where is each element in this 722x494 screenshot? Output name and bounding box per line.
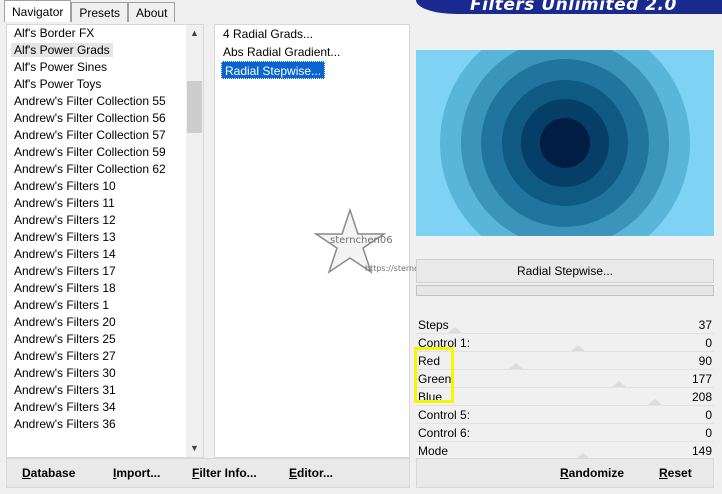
main-panel: Alf's Border FX Alf's Power Grads Alf's Po… [0, 22, 722, 494]
slider-marker[interactable] [448, 327, 462, 333]
category-item[interactable]: Andrew's Filters 13 [7, 229, 203, 246]
bottom-toolbar-right: Randomize Reset [416, 458, 714, 488]
parameter-value: 208 [691, 390, 712, 404]
category-item[interactable]: Andrew's Filters 30 [7, 365, 203, 382]
category-item[interactable]: Andrew's Filter Collection 62 [7, 161, 203, 178]
filter-item-selected[interactable]: Radial Stepwise... [221, 61, 326, 79]
category-item[interactable]: Andrew's Filter Collection 59 [7, 144, 203, 161]
parameter-row[interactable]: Control 1: 0 [416, 334, 714, 352]
category-item[interactable]: Andrew's Filter Collection 57 [7, 127, 203, 144]
editor-button[interactable]: Editor... [289, 466, 333, 480]
progress-bar [416, 285, 714, 296]
category-item[interactable]: Andrew's Filters 14 [7, 246, 203, 263]
parameter-row[interactable]: Control 5: 0 [416, 406, 714, 424]
category-item[interactable]: Andrew's Filters 25 [7, 331, 203, 348]
category-item[interactable]: Andrew's Filters 20 [7, 314, 203, 331]
parameter-value: 0 [705, 408, 712, 422]
category-list[interactable]: Alf's Border FX Alf's Power Grads Alf's Po… [6, 24, 204, 458]
scroll-thumb[interactable] [187, 81, 202, 133]
parameter-value: 90 [698, 354, 712, 368]
category-items: Alf's Border FX Alf's Power Grads Alf's Po… [7, 25, 203, 433]
parameter-value: 0 [705, 336, 712, 350]
app-banner: Filters Unlimited 2.0 [416, 0, 722, 14]
category-scrollbar[interactable]: ▲ ▼ [186, 25, 203, 457]
filter-item[interactable]: Abs Radial Gradient... [215, 43, 409, 61]
category-item[interactable]: Andrew's Filters 36 [7, 416, 203, 433]
parameter-row[interactable]: Red 90 [416, 352, 714, 370]
filter-name-button[interactable]: Radial Stepwise... [416, 259, 714, 283]
watermark-text: sternchen06 [330, 235, 393, 246]
tab-bar: Navigator Presets About [4, 0, 176, 22]
preview-image [416, 50, 714, 236]
parameter-row[interactable]: Control 6: 0 [416, 424, 714, 442]
category-item[interactable]: Alf's Power Sines [7, 59, 203, 76]
reset-button[interactable]: Reset [659, 466, 692, 480]
scroll-up-icon[interactable]: ▲ [186, 25, 203, 42]
scroll-down-icon[interactable]: ▼ [186, 440, 203, 457]
parameter-row[interactable]: Steps 37 [416, 316, 714, 334]
category-item[interactable]: Andrew's Filters 18 [7, 280, 203, 297]
parameter-list: Steps 37 Control 1: 0 Red 90 Green 177 Blue 208 Co… [416, 316, 714, 460]
parameter-value: 37 [698, 318, 712, 332]
gradient-ring [540, 118, 590, 168]
slider-marker[interactable] [509, 363, 523, 369]
category-item[interactable]: Andrew's Filter Collection 55 [7, 93, 203, 110]
tab-about[interactable]: About [128, 2, 176, 22]
category-item[interactable]: Andrew's Filters 11 [7, 195, 203, 212]
category-item[interactable]: Andrew's Filters 27 [7, 348, 203, 365]
category-item[interactable]: Alf's Power Grads [7, 42, 203, 59]
category-item[interactable]: Andrew's Filters 34 [7, 399, 203, 416]
banner-title: Filters Unlimited 2.0 [470, 0, 677, 14]
parameter-row[interactable]: Green 177 [416, 370, 714, 388]
category-item[interactable]: Andrew's Filters 10 [7, 178, 203, 195]
import-button[interactable]: Import... [113, 466, 160, 480]
category-item[interactable]: Andrew's Filters 1 [7, 297, 203, 314]
parameter-label: Control 5: [418, 408, 471, 422]
database-button[interactable]: Database [22, 466, 75, 480]
category-item[interactable]: Andrew's Filters 31 [7, 382, 203, 399]
parameter-value: 0 [705, 426, 712, 440]
parameter-label: Control 6: [418, 426, 471, 440]
slider-marker[interactable] [571, 345, 585, 351]
tab-navigator[interactable]: Navigator [4, 0, 72, 22]
category-item[interactable]: Alf's Power Toys [7, 76, 203, 93]
slider-marker[interactable] [612, 381, 626, 387]
category-item[interactable]: Andrew's Filters 17 [7, 263, 203, 280]
filter-item[interactable]: 4 Radial Grads... [215, 25, 409, 43]
parameter-row[interactable]: Blue 208 [416, 388, 714, 406]
parameter-value: 177 [691, 372, 712, 386]
bottom-toolbar-left: Database Import... Filter Info... Editor… [6, 458, 410, 488]
slider-marker[interactable] [648, 399, 662, 405]
rgb-highlight-box [414, 347, 454, 403]
radial-gradient-preview [440, 50, 690, 236]
parameter-label: Steps [418, 318, 449, 332]
category-item[interactable]: Andrew's Filters 12 [7, 212, 203, 229]
tab-presets[interactable]: Presets [71, 2, 129, 22]
randomize-button[interactable]: Randomize [560, 466, 624, 480]
filter-info-button[interactable]: Filter Info... [192, 466, 257, 480]
category-item[interactable]: Alf's Border FX [7, 25, 203, 42]
category-item[interactable]: Andrew's Filter Collection 56 [7, 110, 203, 127]
